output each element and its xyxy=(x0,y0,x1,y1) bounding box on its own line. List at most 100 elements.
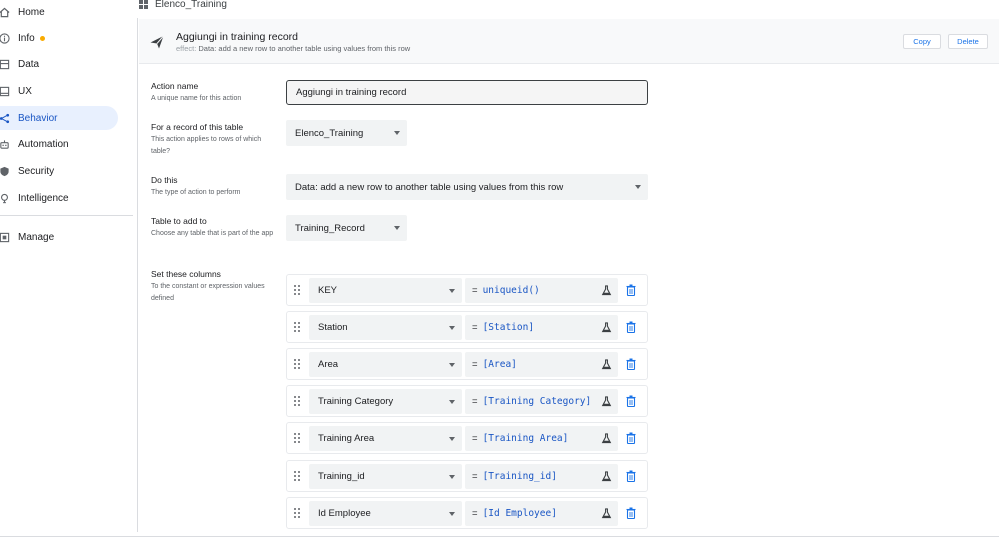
column-select[interactable]: Area xyxy=(309,352,462,377)
sidebar-item-automation[interactable]: Automation xyxy=(0,132,118,156)
column-row: KEY = uniqueid() xyxy=(286,274,648,306)
expression-field[interactable]: = [Station] xyxy=(465,315,618,340)
column-select[interactable]: Training_id xyxy=(309,464,462,489)
chevron-down-icon xyxy=(449,475,455,479)
drag-handle-icon[interactable] xyxy=(294,471,300,481)
expression-field[interactable]: = [Id Employee] xyxy=(465,501,618,526)
expression-field[interactable]: = [Area] xyxy=(465,352,618,377)
chevron-down-icon xyxy=(449,289,455,293)
data-icon xyxy=(0,57,11,71)
expression-value: [Area] xyxy=(482,359,517,370)
flask-icon[interactable] xyxy=(601,396,612,407)
column-row: Area = [Area] xyxy=(286,348,648,380)
sidebar-item-label: Info xyxy=(18,32,35,44)
table-icon xyxy=(139,0,149,9)
record-table-value: Elenco_Training xyxy=(295,127,364,139)
sidebar-divider xyxy=(0,215,133,216)
target-table-select[interactable]: Training_Record xyxy=(286,215,407,241)
trash-icon[interactable] xyxy=(626,321,636,333)
drag-handle-icon[interactable] xyxy=(294,508,300,518)
flask-icon[interactable] xyxy=(601,508,612,519)
do-this-desc: The type of action to perform xyxy=(151,189,241,196)
action-type-select[interactable]: Data: add a new row to another table usi… xyxy=(286,174,648,200)
equals-sign: = xyxy=(472,433,478,444)
equals-sign: = xyxy=(472,285,478,296)
column-select[interactable]: Training Area xyxy=(309,426,462,451)
column-select[interactable]: Id Employee xyxy=(309,501,462,526)
equals-sign: = xyxy=(472,396,478,407)
trash-icon[interactable] xyxy=(626,358,636,370)
sidebar-item-security[interactable]: Security xyxy=(0,159,118,183)
breadcrumb-table-name: Elenco_Training xyxy=(155,0,227,10)
bottom-divider xyxy=(0,536,999,537)
action-title: Aggiungi in training record xyxy=(176,31,298,43)
sidebar-item-ux[interactable]: UX xyxy=(0,79,118,103)
sidebar-item-intelligence[interactable]: Intelligence xyxy=(0,186,118,210)
sidebar-item-info[interactable]: Info xyxy=(0,26,118,50)
flask-icon[interactable] xyxy=(601,359,612,370)
column-row: Training Area = [Training Area] xyxy=(286,422,648,454)
trash-icon[interactable] xyxy=(626,507,636,519)
chevron-down-icon xyxy=(449,363,455,367)
column-select[interactable]: Training Category xyxy=(309,389,462,414)
column-select[interactable]: KEY xyxy=(309,278,462,303)
effect-value: Data: add a new row to another table usi… xyxy=(198,44,411,53)
expression-field[interactable]: = [Training Area] xyxy=(465,426,618,451)
equals-sign: = xyxy=(472,508,478,519)
column-name: Area xyxy=(318,359,339,370)
do-this-label: Do this xyxy=(151,175,178,185)
breadcrumb[interactable]: Elenco_Training xyxy=(139,0,227,12)
trash-icon[interactable] xyxy=(626,395,636,407)
chevron-down-icon xyxy=(449,437,455,441)
drag-handle-icon[interactable] xyxy=(294,285,300,295)
flask-icon[interactable] xyxy=(601,285,612,296)
effect-key: effect: xyxy=(176,44,197,53)
sidebar-item-data[interactable]: Data xyxy=(0,52,118,76)
set-columns-label: Set these columns xyxy=(151,269,221,279)
content-border xyxy=(137,18,138,532)
sidebar-item-label: UX xyxy=(18,85,32,97)
flask-icon[interactable] xyxy=(601,322,612,333)
column-row: Station = [Station] xyxy=(286,311,648,343)
sidebar-item-label: Manage xyxy=(18,231,55,243)
delete-button[interactable]: Delete xyxy=(948,34,988,49)
chevron-down-icon xyxy=(394,131,400,135)
target-table-desc: Choose any table that is part of the app xyxy=(151,230,274,237)
chevron-down-icon xyxy=(449,512,455,516)
lightbulb-icon xyxy=(0,191,11,205)
sidebar-item-label: Intelligence xyxy=(18,192,69,204)
expression-field[interactable]: = [Training Category] xyxy=(465,389,618,414)
expression-value: uniqueid() xyxy=(482,285,540,296)
action-name-input[interactable]: Aggiungi in training record xyxy=(286,80,648,105)
column-name: Training Category xyxy=(318,396,394,407)
equals-sign: = xyxy=(472,471,478,482)
copy-button[interactable]: Copy xyxy=(903,34,941,49)
chevron-down-icon xyxy=(449,400,455,404)
trash-icon[interactable] xyxy=(626,284,636,296)
drag-handle-icon[interactable] xyxy=(294,322,300,332)
sidebar-item-behavior[interactable]: Behavior xyxy=(0,106,118,130)
trash-icon[interactable] xyxy=(626,470,636,482)
drag-handle-icon[interactable] xyxy=(294,359,300,369)
info-icon xyxy=(0,31,11,45)
record-table-select[interactable]: Elenco_Training xyxy=(286,120,407,146)
expression-field[interactable]: = uniqueid() xyxy=(465,278,618,303)
expression-value: [Training Area] xyxy=(482,433,569,444)
column-row: Training Category = [Training Category] xyxy=(286,385,648,417)
sidebar-item-label: Home xyxy=(18,6,45,18)
column-name: KEY xyxy=(318,285,338,296)
sidebar-item-label: Data xyxy=(18,58,40,70)
send-icon xyxy=(150,35,164,49)
flask-icon[interactable] xyxy=(601,433,612,444)
drag-handle-icon[interactable] xyxy=(294,396,300,406)
column-row: Training_id = [Training_id] xyxy=(286,460,648,492)
sidebar-item-home[interactable]: Home xyxy=(0,0,118,24)
column-select[interactable]: Station xyxy=(309,315,462,340)
trash-icon[interactable] xyxy=(626,432,636,444)
flask-icon[interactable] xyxy=(601,471,612,482)
drag-handle-icon[interactable] xyxy=(294,433,300,443)
target-table-label: Table to add to xyxy=(151,216,207,226)
expression-field[interactable]: = [Training_id] xyxy=(465,464,618,489)
equals-sign: = xyxy=(472,322,478,333)
sidebar-item-manage[interactable]: Manage xyxy=(0,225,118,249)
